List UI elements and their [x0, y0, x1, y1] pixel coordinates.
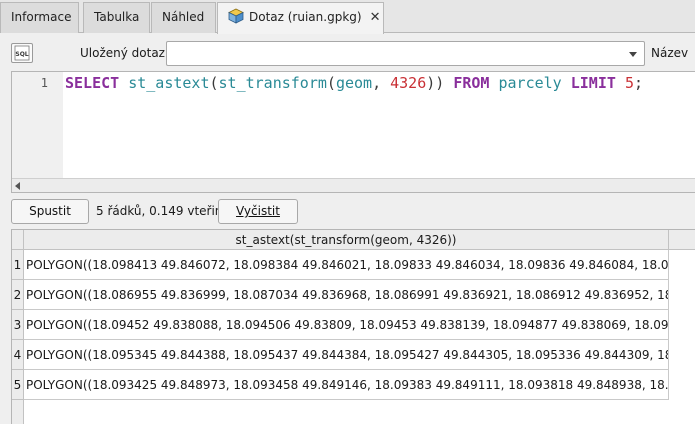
results-table[interactable]: st_astext(st_transform(geom, 4326)) 1 PO… [11, 229, 695, 424]
line-number: 1 [40, 76, 48, 90]
tab-label: Informace [11, 10, 72, 24]
row-number[interactable]: 3 [12, 310, 24, 340]
sql-token: )) [426, 74, 454, 92]
sql-token: 5 [624, 74, 634, 92]
tab-label: Tabulka [94, 10, 140, 24]
header-filler [669, 230, 695, 250]
sql-token: parcely [498, 74, 562, 92]
row-header-filler [12, 400, 24, 424]
tab-label: Dotaz (ruian.gpkg) [249, 10, 362, 24]
sql-token: , [372, 74, 391, 92]
table-cell[interactable]: POLYGON((18.09452 49.838088, 18.094506 4… [24, 310, 669, 340]
arrow-left-icon[interactable] [15, 182, 20, 190]
sql-token: st_astext [128, 74, 210, 92]
sql-token: FROM [453, 74, 490, 92]
row-number[interactable]: 2 [12, 280, 24, 310]
sql-token: ; [633, 74, 643, 92]
horizontal-scrollbar[interactable] [12, 178, 695, 192]
chevron-down-icon [629, 52, 637, 57]
table-cell[interactable]: POLYGON((18.095345 49.844388, 18.095437 … [24, 340, 669, 370]
table-cell[interactable]: POLYGON((18.086955 49.836999, 18.087034 … [24, 280, 669, 310]
tab-label: Náhled [162, 10, 205, 24]
sql-token: st_transform [218, 74, 327, 92]
row-number[interactable]: 5 [12, 370, 24, 400]
name-label: Název [651, 46, 689, 60]
saved-query-label: Uložený dotaz [80, 46, 165, 60]
line-gutter: 1 [12, 72, 63, 178]
table-cell[interactable]: POLYGON((18.093425 49.848973, 18.093458 … [24, 370, 669, 400]
tab-tabulka[interactable]: Tabulka [83, 2, 150, 33]
sql-file-icon[interactable]: SQL [11, 43, 33, 63]
sql-editor[interactable]: 1 SELECT st_astext(st_transform(geom, 43… [11, 71, 695, 193]
table-cell[interactable]: POLYGON((18.098413 49.846072, 18.098384 … [24, 250, 669, 280]
sql-token: ( [209, 74, 219, 92]
close-icon[interactable]: ✕ [370, 3, 381, 32]
svg-text:SQL: SQL [15, 51, 28, 58]
row-number[interactable]: 4 [12, 340, 24, 370]
table-corner[interactable] [12, 230, 24, 250]
tab-informace[interactable]: Informace [0, 2, 79, 33]
sql-token: geom [335, 74, 373, 92]
database-icon [228, 6, 244, 24]
column-header[interactable]: st_astext(st_transform(geom, 4326)) [24, 230, 669, 250]
run-label: Spustit [29, 204, 71, 218]
sql-token: LIMIT [570, 74, 616, 92]
tab-bar: Informace Tabulka Náhled Dotaz (ruian.gp… [0, 0, 695, 34]
run-button[interactable]: Spustit [11, 199, 89, 224]
sql-token: SELECT [65, 74, 120, 92]
row-number[interactable]: 1 [12, 250, 24, 280]
sql-code-line[interactable]: SELECT st_astext(st_transform(geom, 4326… [65, 73, 643, 93]
tab-dotaz[interactable]: Dotaz (ruian.gpkg) ✕ [217, 2, 384, 34]
tab-nahled[interactable]: Náhled [151, 2, 216, 33]
sql-token: 4326 [390, 74, 427, 92]
clear-button[interactable]: Vyčistit [218, 199, 298, 224]
sql-token: ( [326, 74, 336, 92]
clear-label: Vyčistit [236, 204, 280, 218]
saved-query-select[interactable] [166, 41, 645, 66]
query-window: Informace Tabulka Náhled Dotaz (ruian.gp… [0, 0, 695, 424]
query-status: 5 řádků, 0.149 vteřin [96, 204, 223, 218]
